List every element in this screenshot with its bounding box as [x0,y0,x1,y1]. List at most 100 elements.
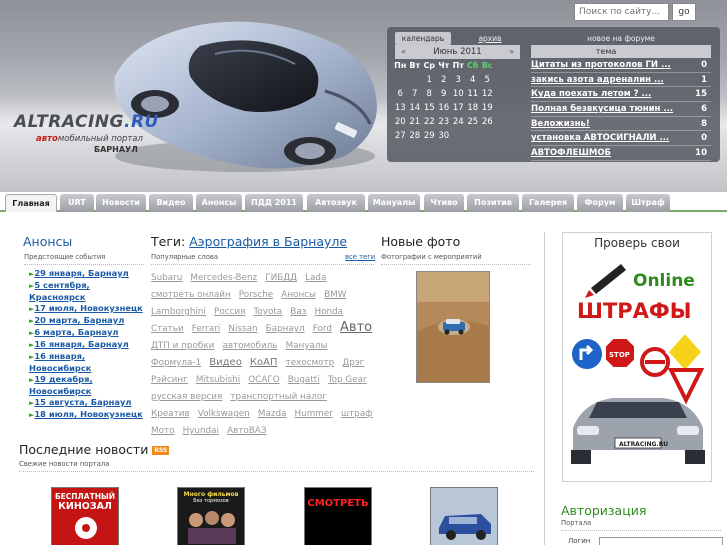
anons-item[interactable]: ► 6 марта, Барнаул [29,327,147,339]
tag-link[interactable]: Авто [340,320,372,335]
tag-link[interactable]: Bugatti [288,375,320,385]
tag-link[interactable]: Ваз [290,307,306,317]
calendar-day[interactable]: 21 [408,115,423,129]
next-month-button[interactable]: » [509,45,514,59]
tag-link[interactable]: Mazda [258,409,287,419]
prev-month-button[interactable]: « [401,45,406,59]
calendar-day[interactable]: 24 [451,115,466,129]
fines-check-ad[interactable]: Проверь свои Online ШТРАФЫ STOP ALTRACIN… [562,232,712,482]
calendar-day[interactable]: 28 [408,129,423,143]
anons-item[interactable]: ► 5 сентября, Красноярск [29,280,147,303]
tag-link[interactable]: Статьи [151,324,184,334]
tag-link[interactable]: Видео [209,357,242,368]
calendar-day[interactable]: 1 [422,73,437,87]
tag-link[interactable]: Анонсы [281,290,316,300]
tag-link[interactable]: Toyota [253,307,282,317]
nav-tab[interactable]: Главная [5,194,57,212]
nav-tab[interactable]: Позитив [467,194,519,212]
news-thumb-1[interactable]: БЕСПЛАТНЫЙ КИНОЗАЛ [51,487,119,545]
forum-topic-link[interactable]: Куда поехать летом ? ... [531,87,681,101]
tag-link[interactable]: штраф [341,409,373,419]
tag-link[interactable]: Volkswagen [198,409,250,419]
forum-topic-link[interactable]: закись азота адреналин ... [531,73,681,87]
calendar-day[interactable]: 2 [437,73,452,87]
anons-item[interactable]: ► 16 января, Барнаул [29,339,147,351]
nav-tab[interactable]: Штраф [626,194,670,212]
calendar-day[interactable]: 18 [466,101,481,115]
calendar-day[interactable]: 27 [393,129,408,143]
calendar-day[interactable]: 8 [422,87,437,101]
rss-icon[interactable]: RSS [152,446,170,455]
calendar-day[interactable]: 4 [466,73,481,87]
tag-link[interactable]: ГИБДД [265,273,297,283]
forum-topic-row[interactable]: Куда поехать летом ? ... 15 [531,87,711,103]
forum-topic-row[interactable]: Веложизнь! 8 [531,117,711,132]
nav-tab[interactable]: Мануалы [368,194,420,212]
tag-link[interactable]: КоАП [250,357,278,368]
tag-link[interactable]: Lamborghini [151,307,206,317]
nav-tab[interactable]: Автозвук [307,194,365,212]
nav-tab[interactable]: Новости [96,194,146,212]
tag-link[interactable]: Mercedes-Benz [190,273,257,283]
search-input[interactable] [574,3,669,21]
nav-tab[interactable]: Галерея [522,194,574,212]
calendar-day[interactable]: 3 [451,73,466,87]
calendar-day[interactable]: 17 [451,101,466,115]
calendar-day[interactable]: 11 [466,87,481,101]
calendar-day[interactable]: 12 [480,87,495,101]
nav-tab[interactable]: Форум [577,194,623,212]
tag-link[interactable]: транспортный налог [230,392,327,402]
nav-tab[interactable]: Видео [149,194,193,212]
news-thumb-2[interactable]: Много фильмов Без тормозов [177,487,245,545]
tag-link[interactable]: Барнаул [266,324,305,334]
tag-link[interactable]: Hyundai [183,426,219,436]
news-thumb-4[interactable] [430,487,498,545]
tag-link[interactable]: Креатив [151,409,190,419]
calendar-day[interactable]: 6 [393,87,408,101]
news-thumb-3[interactable]: СМОТРЕТЬ [304,487,372,545]
tag-link[interactable]: Honda [314,307,343,317]
forum-topic-link[interactable]: Полная безвкусица тюнин ... [531,102,681,116]
tag-link[interactable]: Мануалы [286,341,328,351]
tab-calendar[interactable]: календарь [395,32,451,45]
tag-link[interactable]: Subaru [151,273,182,283]
forum-topic-row[interactable]: закись азота адреналин ... 1 [531,73,711,88]
anons-item[interactable]: ► 29 января, Барнаул [29,268,147,280]
calendar-day[interactable]: 10 [451,87,466,101]
anons-item[interactable]: ► 16 января, Новосибирск [29,351,147,374]
calendar-day[interactable]: 5 [480,73,495,87]
search-go-button[interactable]: go [672,3,696,21]
forum-topic-row[interactable]: АВТОФЛЕШМОБ 10 [531,146,711,161]
tag-link[interactable]: Porsche [239,290,273,300]
calendar-day[interactable]: 19 [480,101,495,115]
tag-link[interactable]: Mitsubishi [196,375,240,385]
calendar-day[interactable]: 13 [393,101,408,115]
calendar-day[interactable]: 29 [422,129,437,143]
forum-topic-row[interactable]: Цитаты из протоколов ГИ ... 0 [531,58,711,73]
tag-link[interactable]: Мото [151,426,174,436]
latest-photo[interactable] [416,271,490,383]
tag-link[interactable]: автомобиль [222,341,277,351]
tag-link[interactable]: техосмотр [286,358,335,368]
tag-link[interactable]: Nissan [228,324,257,334]
login-input[interactable] [599,537,723,545]
anons-item[interactable]: ► 19 декабря, Новосибирск [29,374,147,397]
calendar-day[interactable]: 25 [466,115,481,129]
calendar-day[interactable]: 22 [422,115,437,129]
anons-item[interactable]: ► 17 июля, Новокузнецк [29,303,147,315]
calendar-day[interactable]: 30 [437,129,452,143]
site-logo[interactable]: ALTRACING.RU автомобильный портал БАРНАУ… [14,112,158,162]
tag-link[interactable]: АвтоВАЗ [227,426,266,436]
calendar-day[interactable]: 16 [437,101,452,115]
tag-link[interactable]: Ferrari [192,324,221,334]
anons-item[interactable]: ► 15 августа, Барнаул [29,397,147,409]
tag-link[interactable]: Ford [313,324,332,334]
nav-tab[interactable]: ПДД 2011 [245,194,303,212]
tags-title-link[interactable]: Аэрография в Барнауле [189,234,347,249]
calendar-day[interactable]: 14 [408,101,423,115]
tag-link[interactable]: ОСАГО [248,375,279,385]
tag-link[interactable]: Lada [305,273,326,283]
forum-topic-link[interactable]: установка АВТОСИГНАЛИ ... [531,131,681,145]
nav-tab[interactable]: Чтиво [424,194,464,212]
calendar-day[interactable]: 23 [437,115,452,129]
